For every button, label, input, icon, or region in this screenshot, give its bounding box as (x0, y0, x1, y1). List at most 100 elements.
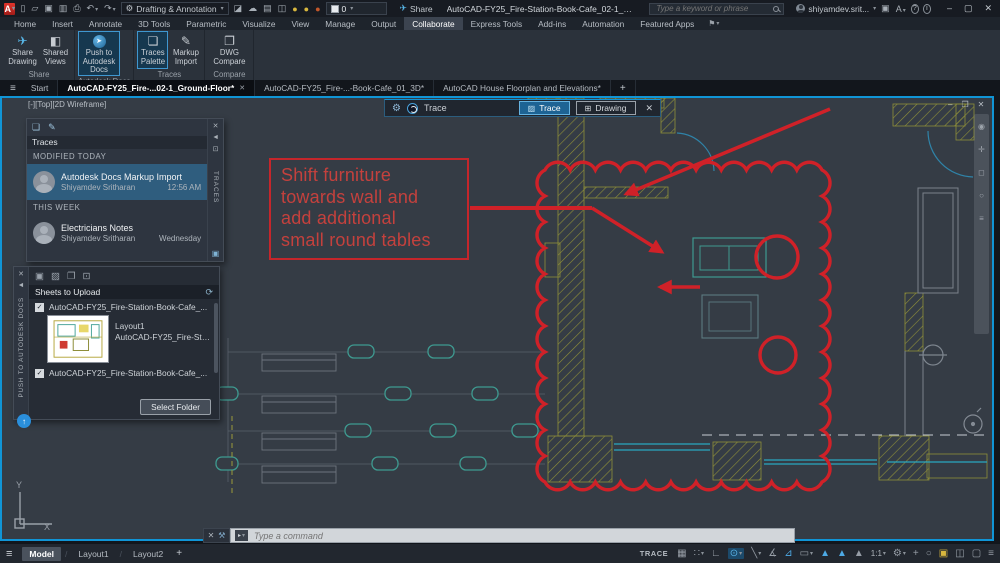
panel-label-traces[interactable]: Traces (137, 69, 201, 80)
push-autohide-icon[interactable]: ◄ (18, 282, 25, 289)
file-tabs-menu-icon[interactable]: ≡ (4, 80, 22, 96)
snap-icon[interactable]: ∷ (694, 548, 704, 559)
bulb-icon[interactable]: ● (304, 4, 309, 14)
tab-annotate[interactable]: Annotate (81, 17, 130, 30)
status-menu-icon[interactable]: ≡ (988, 548, 994, 559)
tab-view[interactable]: View (283, 17, 317, 30)
selection-cycling-icon[interactable]: ▭ (800, 548, 813, 559)
dynamic-input-icon[interactable]: ⊿ (784, 548, 792, 559)
nav-orbit-icon[interactable]: ○ (979, 191, 984, 200)
redo-icon[interactable]: ↷ (104, 3, 116, 14)
file-tab-3d[interactable]: AutoCAD-FY25_Fire-...-Book-Cafe_01_3D* (255, 80, 434, 96)
app-store-icon[interactable]: ▣ (881, 3, 890, 14)
trace-item-markup-import[interactable]: Autodesk Docs Markup Import Shiyamdev Sr… (27, 164, 207, 200)
maximize-button[interactable]: ▢ (964, 3, 973, 14)
shared-views-button[interactable]: ◧ Shared Views (40, 31, 71, 69)
osnap-icon[interactable]: ⊙ (728, 548, 744, 559)
traces-properties-icon[interactable]: ⊡ (213, 145, 219, 153)
annotation-scale-icon[interactable]: ▲ (854, 548, 864, 559)
dwg-compare-button[interactable]: ❐ DWG Compare (208, 31, 250, 69)
user-account-menu[interactable]: shiyamdev.srit... (796, 4, 876, 14)
share-button[interactable]: ✈ Share (399, 3, 432, 14)
tab-insert[interactable]: Insert (44, 17, 81, 30)
push-close-icon[interactable]: ✕ (18, 270, 24, 278)
settings-gear-icon[interactable]: ⚙ (893, 548, 906, 559)
layer-dropdown[interactable]: 0 (326, 2, 388, 15)
new-file-icon[interactable]: ▯ (20, 3, 25, 14)
render-icon[interactable]: ◫ (278, 3, 287, 14)
help-icon[interactable]: ? (911, 4, 919, 14)
undo-icon[interactable]: ↶ (87, 3, 99, 14)
share-drawing-button[interactable]: ✈ Share Drawing (7, 31, 38, 69)
mtext-icon[interactable]: ◪ (234, 3, 243, 14)
isolate-objects-icon[interactable]: ○ (926, 548, 932, 559)
layout-menu-icon[interactable]: ≡ (6, 548, 12, 560)
tab-visualize[interactable]: Visualize (234, 17, 283, 30)
nav-zoom-icon[interactable]: ◻ (978, 168, 985, 177)
cloud-icon[interactable]: ☁ (248, 3, 257, 14)
sheet-checkbox-2[interactable]: ✓ (35, 369, 44, 378)
trace-close-icon[interactable]: ✕ (646, 103, 654, 114)
traces-palette-button[interactable]: ❏ Traces Palette (137, 31, 168, 69)
push-to-autodesk-docs-button[interactable]: ➤ Push to Autodesk Docs (78, 31, 120, 76)
command-recent-icon[interactable]: ▸ (235, 530, 248, 541)
grid-icon[interactable]: ▦ (677, 548, 686, 559)
command-line-grip[interactable]: ✕ ⚒ (203, 528, 230, 543)
hardware-accel-icon[interactable]: ◫ (955, 548, 964, 559)
sheet-checkbox-1[interactable]: ✓ (35, 303, 44, 312)
workspace-switcher[interactable]: ⚙ Drafting & Annotation (121, 2, 229, 15)
traces-close-icon[interactable]: ✕ (213, 122, 219, 130)
new-layout-button[interactable]: + (176, 548, 182, 559)
save-icon[interactable]: ▣ (44, 3, 53, 14)
nav-menu-icon[interactable]: ≡ (979, 214, 984, 223)
lock-icon[interactable]: ● (315, 4, 320, 14)
push-folder-icon[interactable]: ❐ (67, 271, 76, 282)
language-flag-icon[interactable]: ⚑ (708, 17, 719, 30)
push-save-icon[interactable]: ⊡ (83, 271, 91, 282)
trace-settings-gear-icon[interactable]: ⚙ (392, 103, 401, 114)
tab-home[interactable]: Home (6, 17, 44, 30)
command-close-icon[interactable]: ✕ (208, 531, 215, 540)
search-input[interactable] (654, 3, 769, 14)
panel-label-share[interactable]: Share (7, 69, 71, 80)
autodesk-apps-icon[interactable]: A (896, 4, 906, 14)
file-tab-ground-floor[interactable]: AutoCAD-FY25_Fire-...02-1_Ground-Floor* … (58, 80, 255, 96)
tab-collaborate[interactable]: Collaborate (404, 17, 462, 30)
isodraft-icon[interactable]: ╲ (751, 548, 761, 559)
minimize-button[interactable]: – (947, 3, 952, 14)
refresh-icon[interactable]: ⟳ (205, 287, 213, 298)
otrack-icon[interactable]: ∡ (768, 548, 777, 559)
tab-3d-tools[interactable]: 3D Tools (130, 17, 178, 30)
tab-featured-apps[interactable]: Featured Apps (632, 17, 702, 30)
nav-wheel-icon[interactable]: ◉ (978, 122, 985, 131)
navigation-bar[interactable]: ◉ ✛ ◻ ○ ≡ (974, 114, 989, 334)
traces-autohide-icon[interactable]: ◄ (212, 134, 219, 141)
markup-import-button[interactable]: ✎ Markup Import (170, 31, 201, 69)
app-menu-button[interactable]: A (4, 3, 15, 15)
search-icon[interactable] (773, 6, 779, 12)
sun-icon[interactable]: ● (292, 4, 297, 14)
annotation-autoscale-icon[interactable]: ▲ (837, 548, 847, 559)
sheet-set-icon[interactable]: ▤ (263, 3, 272, 14)
save-as-icon[interactable]: ▥ (59, 3, 68, 14)
command-customize-icon[interactable]: ⚒ (218, 531, 225, 540)
doc-restore-button[interactable]: ❐ (961, 100, 968, 109)
trace-item-electricians-notes[interactable]: Electricians Notes Shiyamdev Sritharan W… (27, 215, 207, 251)
tab-manage[interactable]: Manage (317, 17, 363, 30)
file-tab-start[interactable]: Start (22, 80, 59, 96)
tab-model[interactable]: Model (22, 547, 61, 561)
doc-minimize-button[interactable]: – (948, 100, 952, 109)
tab-output[interactable]: Output (363, 17, 404, 30)
layout-thumbnail-block[interactable]: Layout1 AutoCAD-FY25_Fire-Station... (29, 313, 219, 365)
close-tab-icon[interactable]: ✕ (239, 84, 245, 92)
panel-label-compare[interactable]: Compare (208, 69, 250, 80)
tab-layout1[interactable]: Layout1 (71, 547, 115, 561)
new-trace-from-file-icon[interactable]: ✎ (48, 122, 56, 133)
tab-parametric[interactable]: Parametric (178, 17, 234, 30)
tab-automation[interactable]: Automation (574, 17, 632, 30)
graphics-performance-icon[interactable]: ▣ (939, 548, 948, 559)
sheet-row-2[interactable]: ✓ AutoCAD-FY25_Fire-Station-Book-Cafe_..… (29, 365, 219, 379)
tab-express-tools[interactable]: Express Tools (463, 17, 531, 30)
tab-add-ins[interactable]: Add-ins (530, 17, 574, 30)
scale-value[interactable]: 1:1 (871, 549, 886, 558)
